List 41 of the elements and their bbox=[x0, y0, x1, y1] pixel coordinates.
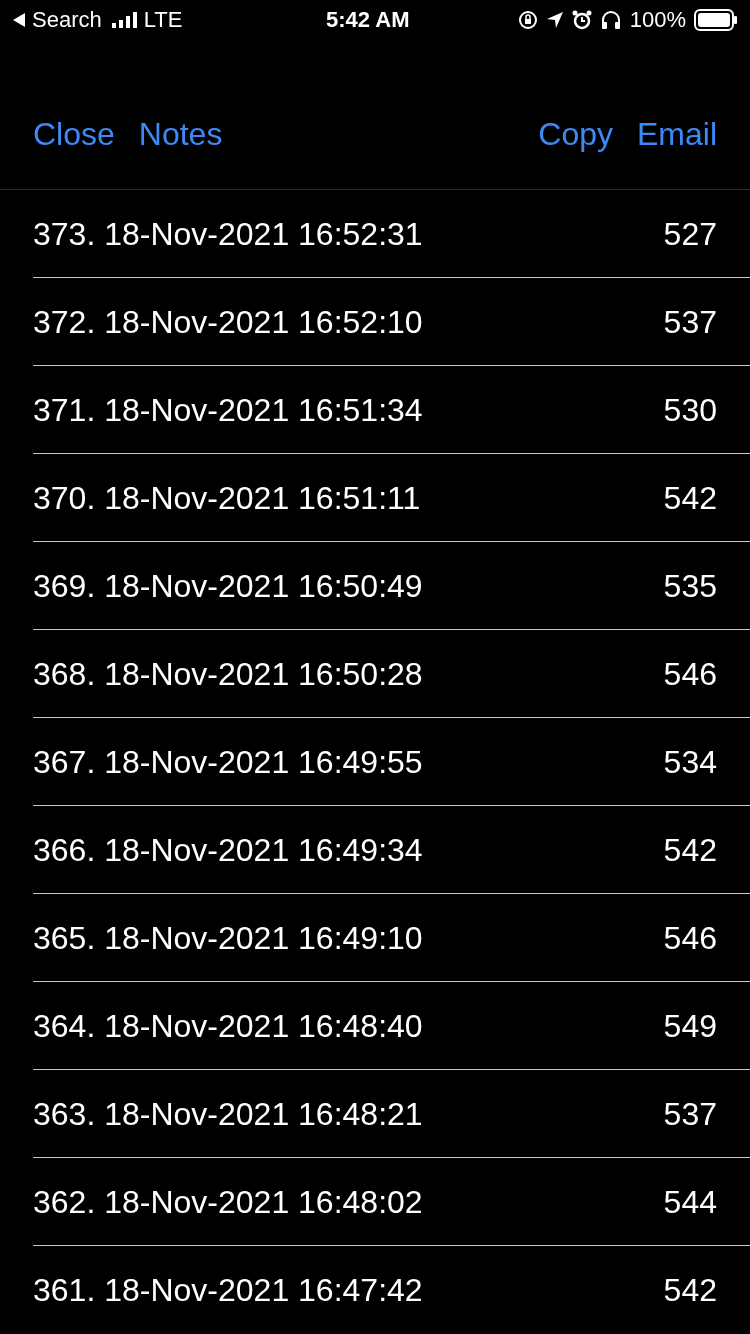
record-value: 542 bbox=[663, 830, 717, 870]
network-label: LTE bbox=[143, 6, 183, 35]
record-value: 537 bbox=[663, 1094, 717, 1134]
record-value: 542 bbox=[663, 478, 717, 518]
record-value: 534 bbox=[663, 742, 717, 782]
record-value: 542 bbox=[663, 1271, 717, 1310]
record-label: 371. 18-Nov-2021 16:51:34 bbox=[33, 390, 423, 430]
record-value: 527 bbox=[663, 214, 717, 254]
nav-button[interactable]: Notes bbox=[138, 110, 223, 159]
back-label[interactable]: Search bbox=[32, 3, 102, 37]
record-value: 537 bbox=[663, 302, 717, 342]
back-icon[interactable] bbox=[12, 11, 26, 28]
nav-button[interactable]: Close bbox=[33, 110, 115, 159]
record-label: 372. 18-Nov-2021 16:52:10 bbox=[33, 302, 423, 342]
record-value: 549 bbox=[663, 1006, 717, 1046]
record-value: 546 bbox=[663, 654, 717, 694]
battery-percent: 100% bbox=[629, 6, 686, 35]
nav-button[interactable]: Email bbox=[637, 110, 717, 159]
record-label: 367. 18-Nov-2021 16:49:55 bbox=[33, 742, 423, 782]
record-value: 546 bbox=[663, 918, 717, 958]
signal-icon bbox=[111, 11, 138, 28]
headphones-icon bbox=[599, 9, 622, 30]
record-label: 364. 18-Nov-2021 16:48:40 bbox=[33, 1006, 423, 1046]
battery-icon bbox=[694, 8, 738, 31]
record-label: 363. 18-Nov-2021 16:48:21 bbox=[33, 1094, 423, 1134]
status-time: 5:42 AM bbox=[326, 6, 410, 35]
record-label: 373. 18-Nov-2021 16:52:31 bbox=[33, 214, 423, 254]
record-label: 362. 18-Nov-2021 16:48:02 bbox=[33, 1182, 423, 1222]
record-label: 370. 18-Nov-2021 16:51:11 bbox=[33, 478, 421, 518]
record-label: 368. 18-Nov-2021 16:50:28 bbox=[33, 654, 423, 694]
record-value: 530 bbox=[663, 390, 717, 430]
record-label: 365. 18-Nov-2021 16:49:10 bbox=[33, 918, 423, 958]
record-label: 369. 18-Nov-2021 16:50:49 bbox=[33, 566, 423, 606]
alarm-icon bbox=[571, 9, 592, 30]
record-label: 366. 18-Nov-2021 16:49:34 bbox=[33, 830, 423, 870]
nav-button[interactable]: Copy bbox=[538, 110, 613, 159]
record-value: 535 bbox=[663, 566, 717, 606]
record-label: 361. 18-Nov-2021 16:47:42 bbox=[33, 1271, 423, 1310]
location-icon bbox=[545, 10, 564, 29]
record-value: 544 bbox=[663, 1182, 717, 1222]
orientation-lock-icon bbox=[517, 9, 538, 30]
